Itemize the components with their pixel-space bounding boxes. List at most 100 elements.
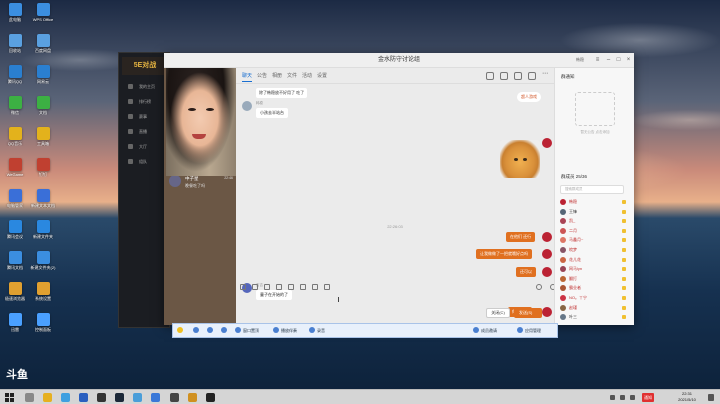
- member-search-input[interactable]: 搜索群成员: [560, 185, 624, 194]
- vscode-icon[interactable]: [79, 393, 88, 402]
- 5e-taskbar-icon[interactable]: [206, 393, 215, 402]
- member-row[interactable]: 网马lyn: [560, 265, 630, 274]
- game-menu-item[interactable]: 赛事: [119, 109, 169, 124]
- desktop-icon[interactable]: 网易云: [30, 65, 56, 84]
- camera-icon[interactable]: [221, 324, 229, 338]
- more-icon[interactable]: ⋯: [542, 70, 550, 78]
- member-row[interactable]: 赵瑾: [560, 304, 630, 313]
- video-icon[interactable]: [500, 72, 508, 80]
- app-taskbar-icon[interactable]: [188, 393, 197, 402]
- member-row[interactable]: 二月: [560, 227, 630, 236]
- game-menu-item[interactable]: 直播: [119, 124, 169, 139]
- search-icon[interactable]: [25, 393, 34, 402]
- close-button[interactable]: 关闭(C): [486, 308, 510, 318]
- member-row[interactable]: 凯_: [560, 217, 630, 226]
- clock[interactable]: 22:31 2021/5/10: [672, 391, 702, 403]
- phone-icon[interactable]: [486, 72, 494, 80]
- terminal-icon[interactable]: [97, 393, 106, 402]
- desktop-icon[interactable]: 文档: [30, 96, 56, 115]
- gif-icon[interactable]: [252, 284, 258, 290]
- scissors-icon[interactable]: [264, 284, 270, 290]
- my-avatar[interactable]: [542, 249, 552, 259]
- desktop-icon[interactable]: 新建文件夹: [30, 220, 56, 239]
- desktop-icon[interactable]: 腾讯QQ: [2, 65, 28, 84]
- promo-pill[interactable]: 超人游戏: [517, 92, 541, 102]
- message-bubble-out[interactable]: 让我做做了一把就哦好点吗: [476, 249, 532, 259]
- picture-icon[interactable]: [288, 284, 294, 290]
- desktop-icon[interactable]: 新建文本文档: [30, 189, 56, 208]
- tab-3[interactable]: 文件: [287, 72, 297, 79]
- desktop-icon[interactable]: 百度网盘: [30, 34, 56, 53]
- desktop-icon[interactable]: WPS Office: [30, 3, 56, 22]
- volume-icon[interactable]: [193, 324, 201, 338]
- input-method-bar[interactable]: 窗口置顶 播放伴奏 录音 成员邀请 应用管理: [172, 323, 558, 338]
- message-bubble-out[interactable]: 在他们 还行: [506, 232, 536, 242]
- desktop-icon[interactable]: 工具箱: [30, 127, 56, 146]
- desktop-icon[interactable]: QQ音乐: [2, 127, 28, 146]
- desktop-icon[interactable]: 腾讯会议: [2, 220, 28, 239]
- sender-avatar[interactable]: [242, 101, 252, 111]
- desktop-icon[interactable]: 电脑管家: [2, 189, 28, 208]
- browser-icon[interactable]: [133, 393, 142, 402]
- pinned-message[interactable]: 除了韩稳放不好用了 吃了: [256, 88, 308, 98]
- ime-item-music[interactable]: 播放伴奏: [273, 324, 297, 338]
- send-button[interactable]: 发送(S): [514, 308, 542, 318]
- desktop-icon[interactable]: WeGame: [2, 158, 28, 177]
- mic-icon[interactable]: [300, 284, 306, 290]
- member-row[interactable]: 马鑫月~: [560, 236, 630, 245]
- screen-share-icon[interactable]: [514, 72, 522, 80]
- tab-0[interactable]: 聊天: [242, 72, 253, 82]
- tray-up-icon[interactable]: [610, 395, 615, 400]
- start-button[interactable]: [5, 393, 14, 402]
- notice-placeholder[interactable]: [575, 92, 615, 126]
- desktop-icon[interactable]: 微信: [2, 96, 28, 115]
- ime-item-record[interactable]: 录音: [309, 324, 325, 338]
- tab-1[interactable]: 公告: [257, 72, 267, 79]
- game-menu-item[interactable]: 大厅: [119, 139, 169, 154]
- member-row[interactable]: 霸业者: [560, 284, 630, 293]
- game-menu-item[interactable]: 组队: [119, 154, 169, 169]
- message-bubble-out[interactable]: 还可以: [516, 267, 536, 277]
- my-avatar[interactable]: [542, 267, 552, 277]
- edge-icon[interactable]: [61, 393, 70, 402]
- member-row[interactable]: 王锋: [560, 208, 630, 217]
- desktop-icon[interactable]: 极速浏览器: [2, 282, 28, 301]
- desktop-icon[interactable]: 回收站: [2, 34, 28, 53]
- desktop-icon[interactable]: 控制面板: [30, 313, 56, 332]
- image-message[interactable]: [500, 140, 540, 178]
- desktop-icon[interactable]: 新建文件夹(2): [30, 251, 56, 270]
- close-icon[interactable]: ×: [625, 57, 632, 64]
- minimize-icon[interactable]: –: [605, 57, 612, 64]
- file-explorer-icon[interactable]: [43, 393, 52, 402]
- tab-5[interactable]: 设置: [317, 72, 327, 79]
- game-menu-item[interactable]: 排行榜: [119, 94, 169, 109]
- ime-item-invite[interactable]: 成员邀请: [473, 324, 497, 338]
- mic-icon[interactable]: [207, 324, 215, 338]
- game-menu-item[interactable]: 我的主页: [119, 79, 169, 94]
- red-packet-icon[interactable]: [324, 284, 330, 290]
- member-row[interactable]: 叶三: [560, 313, 630, 322]
- member-row[interactable]: 皖梦: [560, 246, 630, 255]
- maximize-icon[interactable]: □: [615, 57, 622, 64]
- folder-icon[interactable]: [276, 284, 282, 290]
- game-client-window[interactable]: 5E对战 我的主页 排行榜 赛事 直播 大厅 组队: [118, 52, 170, 328]
- chat-window[interactable]: 金水防守讨论组 韩稳 ≡ – □ × 我们的大家庭[图片]张三最帅看看吗韩稳 金…: [164, 53, 634, 325]
- emoji-icon[interactable]: [240, 284, 246, 290]
- message-bubble[interactable]: 小孩去半站台: [256, 108, 288, 118]
- member-row[interactable]: 韩稳: [560, 198, 630, 207]
- ime-item-pin[interactable]: 窗口置顶: [235, 324, 259, 338]
- desktop-icon[interactable]: 系统设置: [30, 282, 56, 301]
- action-center-icon[interactable]: [708, 394, 714, 401]
- qq-icon[interactable]: [151, 393, 160, 402]
- desktop-icon[interactable]: 钉钉: [30, 158, 56, 177]
- member-row[interactable]: 翻打: [560, 275, 630, 284]
- volume-tray-icon[interactable]: [630, 395, 635, 400]
- music-icon[interactable]: [312, 284, 318, 290]
- add-member-icon[interactable]: [528, 72, 536, 80]
- ime-item-apps[interactable]: 应用管理: [517, 324, 541, 338]
- desktop-icon[interactable]: 此电脑: [2, 3, 28, 22]
- member-row[interactable]: NO。丫宁: [560, 294, 630, 303]
- tab-4[interactable]: 活动: [302, 72, 312, 79]
- history-icon[interactable]: [536, 284, 542, 290]
- notify-badge[interactable]: 通知: [642, 393, 654, 402]
